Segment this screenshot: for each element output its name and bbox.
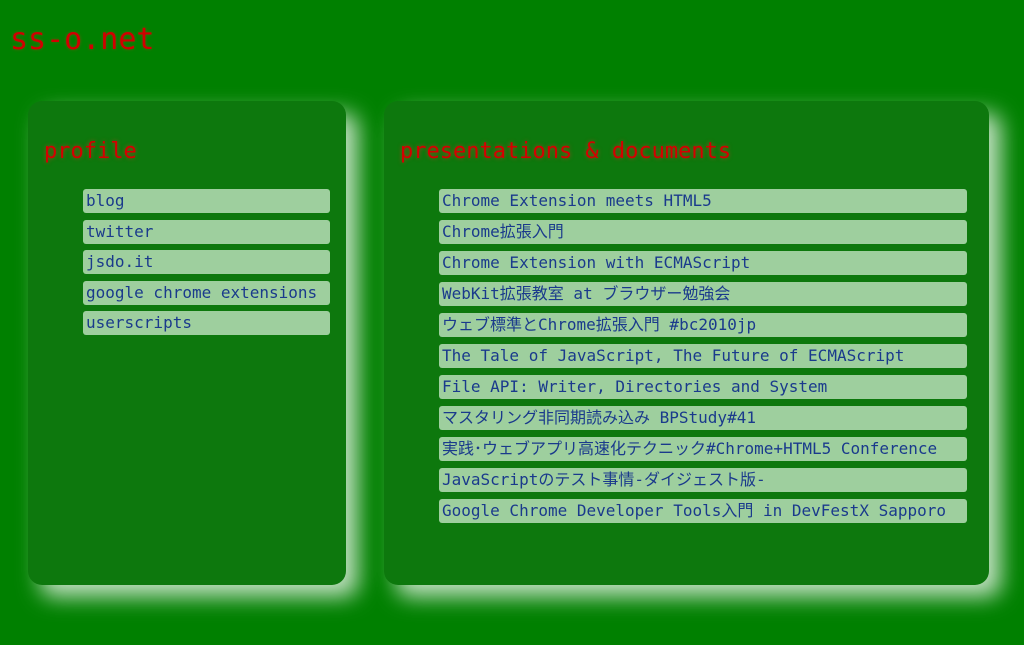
presentation-link[interactable]: Google Chrome Developer Tools入門 in DevFe… [439, 499, 967, 523]
presentation-link-label[interactable]: ウェブ標準とChrome拡張入門 #bc2010jp [442, 315, 756, 334]
profile-link-blog[interactable]: blog [83, 189, 330, 213]
presentation-link-label[interactable]: マスタリング非同期読み込み BPStudy#41 [442, 408, 756, 427]
presentation-link[interactable]: Chrome Extension with ECMAScript [439, 251, 967, 275]
profile-heading: profile [44, 139, 137, 164]
profile-link-twitter[interactable]: twitter [83, 219, 330, 244]
presentation-link[interactable]: マスタリング非同期読み込み BPStudy#41 [439, 406, 967, 430]
presentation-link[interactable]: JavaScriptのテスト事情-ダイジェスト版- [439, 468, 967, 492]
presentation-link-label[interactable]: Chrome Extension with ECMAScript [442, 253, 750, 272]
presentation-link-label[interactable]: Chrome Extension meets HTML5 [442, 191, 712, 210]
presentation-link[interactable]: WebKit拡張教室 at ブラウザー勉強会 [439, 282, 967, 306]
profile-link-label[interactable]: google chrome extensions [86, 283, 317, 302]
profile-link-list: blog twitter jsdo.it google chrome exten… [83, 189, 330, 342]
presentation-link-label[interactable]: WebKit拡張教室 at ブラウザー勉強会 [442, 284, 730, 303]
presentation-link[interactable]: 実践･ウェブアプリ高速化テクニック#Chrome+HTML5 Conferenc… [439, 437, 967, 461]
presentation-link[interactable]: Chrome Extension meets HTML5 [439, 189, 967, 213]
presentations-heading: presentations & documents [400, 139, 732, 164]
profile-link-userscripts[interactable]: userscripts [83, 311, 330, 335]
presentations-panel: presentations & documents Chrome Extensi… [384, 101, 989, 585]
profile-link-label[interactable]: jsdo.it [86, 252, 153, 271]
presentation-link[interactable]: ウェブ標準とChrome拡張入門 #bc2010jp [439, 313, 967, 337]
site-title: ss-o.net [10, 22, 155, 57]
presentation-link[interactable]: The Tale of JavaScript, The Future of EC… [439, 344, 967, 368]
presentation-link[interactable]: Chrome拡張入門 [439, 220, 967, 244]
presentation-link-label[interactable]: Google Chrome Developer Tools入門 in DevFe… [442, 501, 946, 520]
profile-link-jsdoit[interactable]: jsdo.it [83, 250, 330, 274]
profile-link-label[interactable]: twitter [86, 222, 153, 241]
presentation-link-label[interactable]: 実践･ウェブアプリ高速化テクニック#Chrome+HTML5 Conferenc… [442, 439, 937, 458]
profile-link-chrome-extensions[interactable]: google chrome extensions [83, 280, 330, 305]
presentation-link[interactable]: File API: Writer, Directories and System [439, 375, 967, 399]
presentation-link-label[interactable]: JavaScriptのテスト事情-ダイジェスト版- [442, 470, 766, 489]
presentation-link-label[interactable]: The Tale of JavaScript, The Future of EC… [442, 346, 904, 365]
profile-link-label[interactable]: userscripts [86, 313, 192, 332]
presentation-link-label[interactable]: Chrome拡張入門 [442, 222, 564, 241]
presentations-link-list: Chrome Extension meets HTML5 Chrome拡張入門 … [439, 189, 967, 530]
profile-panel: profile blog twitter jsdo.it google chro… [28, 101, 346, 585]
presentation-link-label[interactable]: File API: Writer, Directories and System [442, 377, 827, 396]
profile-link-label[interactable]: blog [86, 191, 125, 210]
